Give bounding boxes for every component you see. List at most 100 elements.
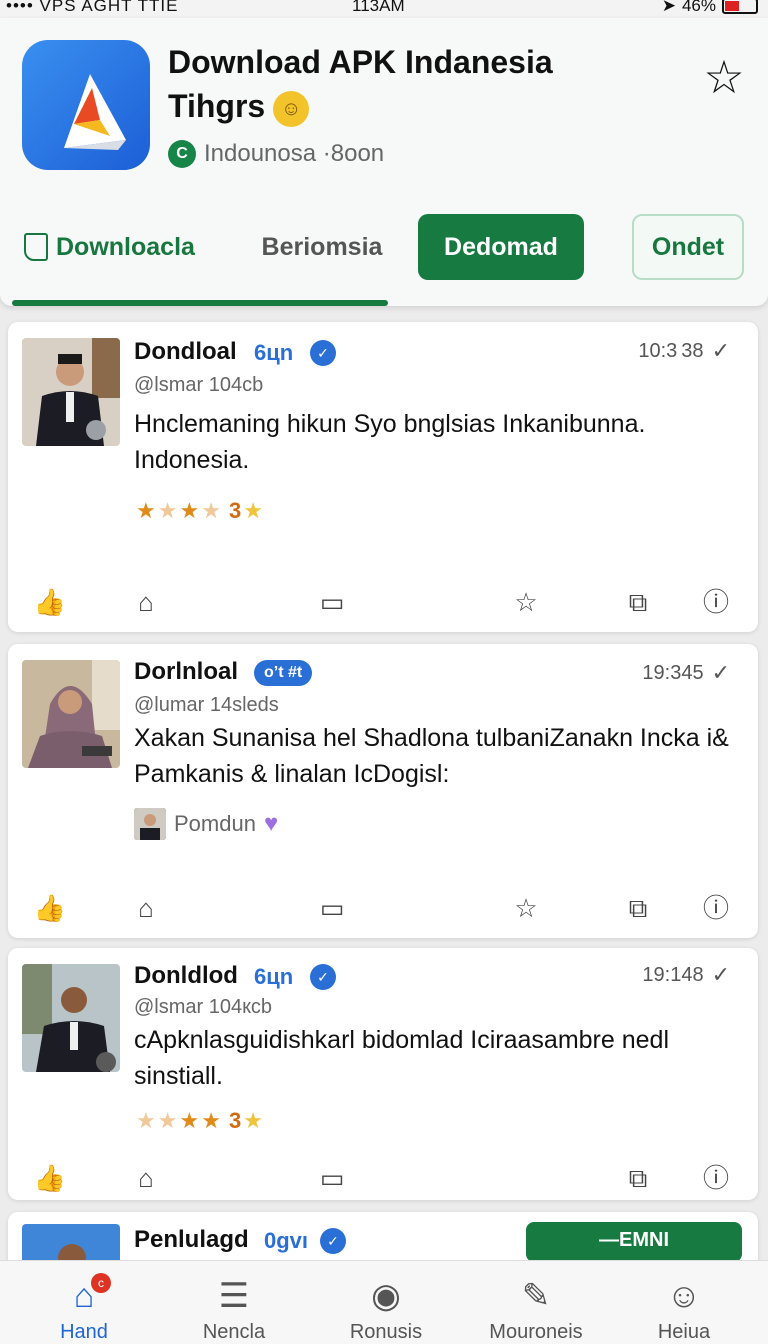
- app-title: Download APK Indanesia Tihgrs ☺: [168, 40, 608, 128]
- home-icon: ⌂ c: [63, 1273, 111, 1317]
- chevron-down-icon[interactable]: ✓: [712, 338, 730, 364]
- app-logo-icon: [22, 40, 150, 170]
- nav-home[interactable]: ⌂ c Hand: [14, 1273, 154, 1344]
- star-icon: ★: [157, 498, 180, 523]
- star-icon: ★: [179, 1108, 202, 1133]
- nav-tools[interactable]: ✎ Mouroneis: [466, 1275, 606, 1344]
- region-badge-icon: C: [168, 140, 196, 168]
- nav-record[interactable]: ◉ Ronusis: [316, 1275, 456, 1344]
- status-time: 113AM: [352, 0, 405, 15]
- post-actions: 👍 ⌂ ▭ ☆ ⧉ ⓘ: [8, 584, 758, 620]
- post-actions: 👍 ⌂ ▭ ☆ ⧉ ⓘ: [8, 890, 758, 926]
- star-icon: ★: [179, 498, 202, 523]
- chevron-down-icon[interactable]: ✓: [712, 962, 730, 988]
- tab-bar: Downloacla Beriomsia Dedomad Ondet: [0, 214, 768, 286]
- like-icon[interactable]: 👍: [26, 890, 74, 926]
- avatar[interactable]: [22, 338, 120, 446]
- post-card: Dorlnloal o’t #t 19:345 ✓ @lumar 14sleds…: [8, 644, 758, 938]
- tab-downloads[interactable]: Downloacla: [24, 214, 224, 280]
- post-time: 10:3 38: [638, 339, 704, 362]
- heart-icon: ♥: [263, 810, 279, 837]
- active-tab-indicator: [12, 300, 388, 306]
- star-icon: ★: [157, 1108, 180, 1133]
- post-time: 19:148: [642, 963, 704, 986]
- bottom-nav: ⌂ c Hand ☰ Nencla ◉ Ronusis ✎ Mouroneis ☺…: [0, 1260, 768, 1344]
- verified-icon: ✓: [320, 1228, 346, 1254]
- comment-icon[interactable]: ▭: [314, 890, 350, 926]
- mention-avatar: [134, 808, 166, 840]
- app-header: Download APK Indanesia Tihgrs ☺ ☆ C Indou…: [0, 18, 768, 306]
- rating-value: 3: [228, 1108, 244, 1133]
- post-author[interactable]: Donldlod: [134, 962, 238, 990]
- comment-icon[interactable]: ▭: [314, 584, 350, 620]
- battery-icon: [722, 0, 758, 14]
- verified-icon: ✓: [310, 340, 336, 366]
- carrier-text: •••• VPS AGHT TTIE: [6, 0, 179, 15]
- post-text: cApknlasguidishkarl bidomlad Iciraasambr…: [134, 1026, 669, 1090]
- star-icon: ★: [136, 498, 158, 523]
- notification-badge: c: [91, 1273, 111, 1293]
- post-handle: @lsmar 104cb: [134, 374, 264, 396]
- post-text: Xakan Sunanisa hel Shadlona tulbaniZanak…: [134, 724, 729, 788]
- post-author[interactable]: Penlulagd: [134, 1226, 249, 1254]
- document-icon: [24, 233, 48, 261]
- post-actions: 👍 ⌂ ▭ ⧉ ⓘ: [8, 1160, 758, 1196]
- post-text: Hnclemaning hikun Syo bnglsias Inkanibun…: [134, 410, 646, 474]
- star-icon: ★: [201, 498, 223, 523]
- favorite-icon[interactable]: ☆: [508, 584, 544, 620]
- avatar[interactable]: [22, 964, 120, 1072]
- battery-percent: 46%: [681, 0, 716, 15]
- post-badge: 6цn: [254, 964, 294, 989]
- home-share-icon[interactable]: ⌂: [128, 890, 164, 926]
- mention[interactable]: Pomdun ♥: [134, 808, 278, 840]
- star-icon: ★: [201, 1108, 223, 1133]
- favorite-icon[interactable]: ☆: [508, 890, 544, 926]
- comment-icon[interactable]: ▭: [314, 1160, 350, 1196]
- record-icon: ◉: [371, 1277, 401, 1315]
- post-badge: 6цn: [254, 340, 294, 365]
- post-handle: @lsmar 104кcb: [134, 996, 272, 1018]
- home-share-icon[interactable]: ⌂: [128, 584, 164, 620]
- post-handle: @lumar 14sleds: [134, 694, 279, 716]
- post-author[interactable]: Dondloal: [134, 338, 237, 366]
- info-icon[interactable]: ⓘ: [698, 890, 734, 926]
- app-region: C Indounosa ·8oon: [168, 140, 384, 168]
- chevron-down-icon[interactable]: ✓: [712, 660, 730, 686]
- copy-icon[interactable]: ⧉: [620, 1160, 656, 1196]
- post-time: 19:345: [642, 661, 704, 684]
- profile-icon: ☺: [666, 1277, 702, 1315]
- star-icon: ★: [136, 1108, 158, 1133]
- follow-button[interactable]: —EMNI: [526, 1222, 742, 1262]
- status-bar: •••• VPS AGHT TTIE 113AM ➤ 46%: [0, 0, 768, 18]
- post-author[interactable]: Dorlnloal: [134, 658, 238, 686]
- order-button[interactable]: Ondet: [632, 214, 744, 280]
- news-icon: ☰: [218, 1277, 250, 1315]
- star-icon: ★: [243, 1108, 265, 1133]
- verified-icon: ✓: [310, 964, 336, 990]
- download-button[interactable]: Dedomad: [418, 214, 584, 280]
- star-icon: ★: [243, 498, 265, 523]
- location-icon: ➤: [661, 0, 676, 15]
- copy-icon[interactable]: ⧉: [620, 584, 656, 620]
- tools-icon: ✎: [521, 1277, 551, 1315]
- favorite-star-icon[interactable]: ☆: [700, 54, 748, 102]
- rating-value: 3: [228, 498, 244, 523]
- post-badge: o’t #t: [254, 660, 313, 686]
- info-icon[interactable]: ⓘ: [698, 1160, 734, 1196]
- like-icon[interactable]: 👍: [26, 1160, 74, 1196]
- post-badge: 0gvı: [264, 1228, 309, 1253]
- tab-news[interactable]: Beriomsia: [250, 214, 394, 280]
- rating: ★★★★ 3★: [136, 498, 265, 524]
- info-icon[interactable]: ⓘ: [698, 584, 734, 620]
- avatar[interactable]: [22, 660, 120, 768]
- nav-profile[interactable]: ☺ Heiua: [614, 1275, 754, 1344]
- mention-name: Pomdun: [174, 811, 256, 836]
- nav-news[interactable]: ☰ Nencla: [164, 1275, 304, 1344]
- post-card: Donldlod 6цn ✓ 19:148 ✓ @lsmar 104кcb cA…: [8, 948, 758, 1200]
- face-emoji-icon: ☺: [273, 90, 310, 127]
- post-card: Dondloal 6цn ✓ 10:3 38 ✓ @lsmar 104cb Hn…: [8, 322, 758, 632]
- like-icon[interactable]: 👍: [26, 584, 74, 620]
- rating: ★★★★ 3★: [136, 1108, 265, 1134]
- home-share-icon[interactable]: ⌂: [128, 1160, 164, 1196]
- copy-icon[interactable]: ⧉: [620, 890, 656, 926]
